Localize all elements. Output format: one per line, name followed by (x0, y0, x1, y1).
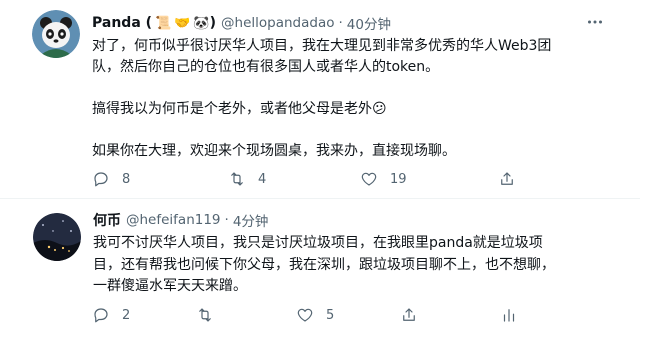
user-handle[interactable]: @hellopandadao (221, 15, 334, 31)
separator-dot: · (338, 15, 343, 31)
display-name[interactable]: Panda ( (92, 15, 152, 31)
reply-count: 2 (122, 307, 131, 323)
avatar[interactable] (32, 10, 80, 58)
like-button[interactable]: 19 (360, 168, 407, 190)
like-icon (297, 308, 313, 322)
tweet-text: 我可不讨厌华人项目，我只是讨厌垃圾项目，在我眼里panda就是垃圾项 目，还有帮… (93, 235, 555, 294)
tweet-actions: 2 5 (88, 304, 528, 326)
user-handle[interactable]: @hefeifan119 (126, 212, 221, 228)
retweet-icon (231, 172, 243, 186)
reply-count: 8 (122, 171, 131, 187)
more-button[interactable] (585, 12, 605, 32)
display-name-close-paren: ) (209, 15, 217, 31)
tweet[interactable]: Panda ( 📜 🤝 🐼 ) @hellopandadao · 40分钟 对了… (0, 0, 640, 199)
retweet-icon (199, 308, 211, 322)
share-button[interactable] (498, 168, 516, 190)
night-sky-avatar-image (33, 213, 81, 261)
reply-button[interactable]: 8 (92, 168, 130, 190)
like-count: 19 (390, 171, 407, 187)
retweet-button[interactable] (196, 304, 214, 326)
share-icon (403, 308, 415, 321)
scroll-emoji: 📜 (155, 15, 172, 31)
reply-button[interactable]: 2 (92, 304, 130, 326)
tweet-text: 对了，何币似乎很讨厌华人项目，我在大理见到非常多优秀的华人Web3团 队，然后你… (92, 38, 552, 159)
handshake-emoji: 🤝 (174, 15, 191, 31)
reply-icon (94, 172, 108, 187)
tweet-header: Panda ( 📜 🤝 🐼 ) @hellopandadao · 40分钟 (92, 13, 391, 33)
separator-dot: · (224, 212, 229, 228)
share-button[interactable] (400, 304, 418, 326)
like-button[interactable]: 5 (296, 304, 334, 326)
tweet-actions: 8 4 19 (88, 168, 528, 190)
timestamp[interactable]: 40分钟 (347, 13, 391, 33)
analytics-button[interactable] (500, 304, 518, 326)
display-name[interactable]: 何币 (93, 210, 121, 230)
tweet[interactable]: 何币 @hefeifan119 · 4分钟 我可不讨厌华人项目，我只是讨厌垃圾项… (0, 200, 640, 345)
like-count: 5 (326, 307, 335, 323)
tweet-header: 何币 @hefeifan119 · 4分钟 (93, 210, 268, 230)
analytics-icon (503, 309, 515, 322)
reply-icon (94, 308, 108, 323)
avatar[interactable] (33, 213, 81, 261)
retweet-count: 4 (258, 171, 267, 187)
retweet-button[interactable]: 4 (228, 168, 266, 190)
share-icon (501, 172, 513, 185)
more-icon (588, 20, 602, 24)
timestamp[interactable]: 4分钟 (233, 210, 269, 230)
panda-emoji: 🐼 (193, 15, 210, 31)
panda-avatar-image (32, 10, 80, 58)
like-icon (361, 172, 377, 186)
